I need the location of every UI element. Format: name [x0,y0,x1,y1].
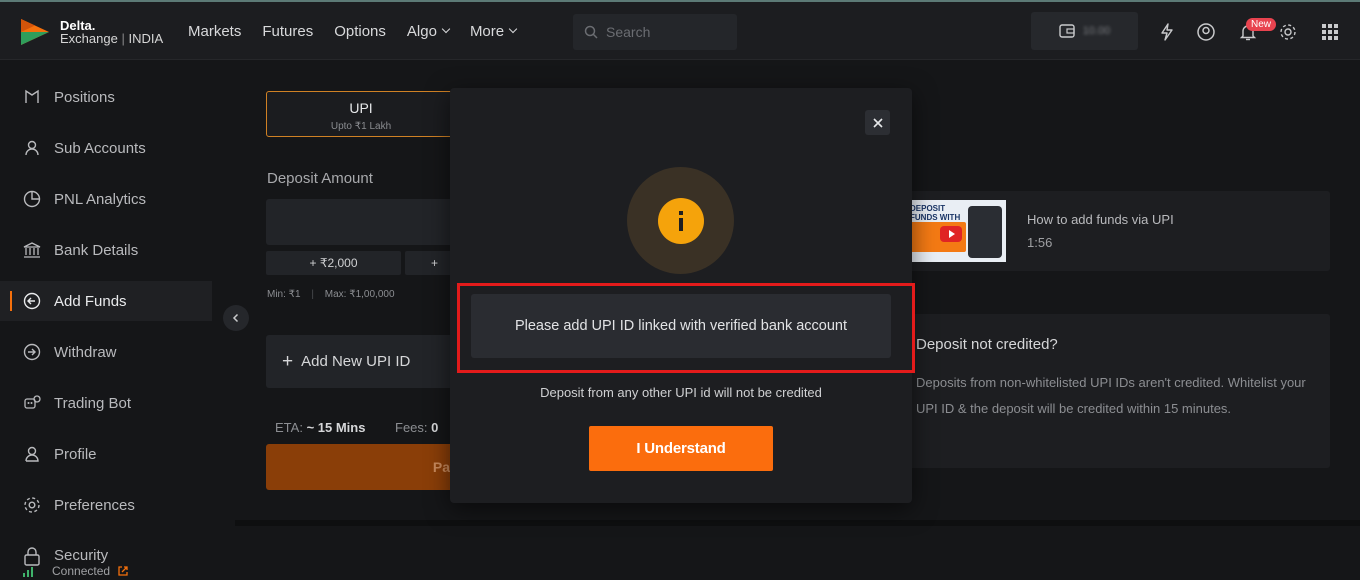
modal-message: Please add UPI ID linked with verified b… [471,294,891,358]
close-icon [872,117,883,128]
modal-sub-message: Deposit from any other UPI id will not b… [540,385,822,400]
info-badge [627,167,734,274]
i-understand-button[interactable]: I Understand [589,426,773,471]
info-icon [657,197,704,244]
close-button[interactable] [865,110,890,135]
upi-warning-modal: Please add UPI ID linked with verified b… [450,88,915,503]
